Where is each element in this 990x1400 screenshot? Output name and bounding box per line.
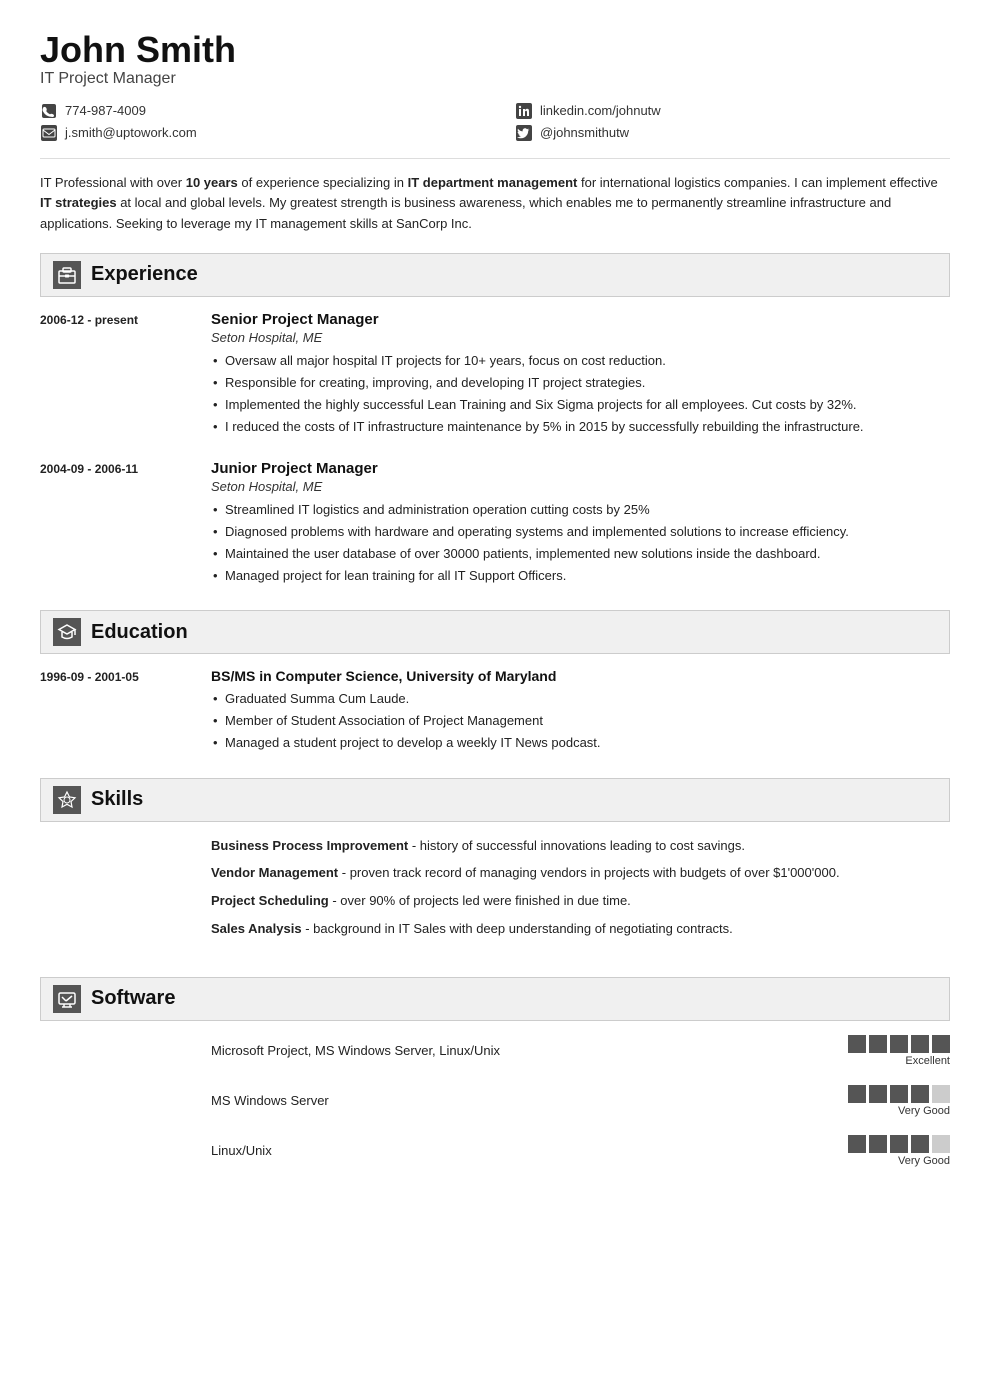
skills-section: Skills Business Process Improvement - hi… [40,778,950,955]
skills-title: Skills [91,788,143,811]
software-rating-1: Excellent [848,1035,950,1067]
contact-twitter: @johnsmithutw [515,124,950,142]
edu1-date: 1996-09 - 2001-05 [40,668,195,755]
software-rows: Microsoft Project, MS Windows Server, Li… [40,1035,950,1185]
software-header: Software [40,977,950,1021]
list-item: Streamlined IT logistics and administrat… [211,500,950,520]
bar [869,1035,887,1053]
education-title: Education [91,621,188,644]
education-section: Education 1996-09 - 2001-05 BS/MS in Com… [40,610,950,755]
software-name-1: Microsoft Project, MS Windows Server, Li… [211,1043,500,1058]
rating-label-2: Very Good [898,1105,950,1117]
software-items: Microsoft Project, MS Windows Server, Li… [211,1035,950,1185]
exp1-content: Senior Project Manager Seton Hospital, M… [211,311,950,440]
software-name-2: MS Windows Server [211,1093,329,1108]
rating-label-1: Excellent [905,1055,950,1067]
list-item: Member of Student Association of Project… [211,711,950,731]
bar-empty [932,1085,950,1103]
software-title: Software [91,987,175,1010]
experience-section: Experience 2006-12 - present Senior Proj… [40,253,950,588]
phone-icon [40,102,58,120]
skills-list: Business Process Improvement - history o… [211,836,950,947]
software-item-1: Microsoft Project, MS Windows Server, Li… [211,1035,950,1067]
bar [890,1035,908,1053]
skills-entry: Business Process Improvement - history o… [40,836,950,955]
exp2-company: Seton Hospital, ME [211,479,950,494]
skill-1: Business Process Improvement - history o… [211,836,950,857]
experience-header: Experience [40,253,950,297]
exp2-bullets: Streamlined IT logistics and administrat… [211,500,950,587]
experience-entry-2: 2004-09 - 2006-11 Junior Project Manager… [40,460,950,589]
skill-2: Vendor Management - proven track record … [211,863,950,884]
list-item: Responsible for creating, improving, and… [211,373,950,393]
skills-header: Skills [40,778,950,822]
bar [890,1085,908,1103]
exp2-role: Junior Project Manager [211,460,950,477]
contact-phone: 774-987-4009 [40,102,475,120]
skills-icon [53,786,81,814]
software-item-3: Linux/Unix Very Good [211,1135,950,1167]
software-left-spacer [40,1035,195,1185]
list-item: Managed project for lean training for al… [211,566,950,586]
rating-label-3: Very Good [898,1155,950,1167]
linkedin-icon [515,102,533,120]
software-section: Software Microsoft Project, MS Windows S… [40,977,950,1185]
list-item: Maintained the user database of over 300… [211,544,950,564]
contact-grid: 774-987-4009 linkedin.com/johnutw [40,102,950,142]
bar [932,1035,950,1053]
rating-bars-1 [848,1035,950,1053]
email-icon [40,124,58,142]
software-icon [53,985,81,1013]
list-item: Graduated Summa Cum Laude. [211,689,950,709]
contact-linkedin: linkedin.com/johnutw [515,102,950,120]
education-header: Education [40,610,950,654]
experience-title: Experience [91,263,198,286]
skill-4: Sales Analysis - background in IT Sales … [211,919,950,940]
list-item: Managed a student project to develop a w… [211,733,950,753]
rating-bars-2 [848,1085,950,1103]
bar [869,1135,887,1153]
edu1-content: BS/MS in Computer Science, University of… [211,668,950,755]
exp1-date: 2006-12 - present [40,311,195,440]
experience-icon [53,261,81,289]
software-item-2: MS Windows Server Very Good [211,1085,950,1117]
list-item: Implemented the highly successful Lean T… [211,395,950,415]
bar [869,1085,887,1103]
exp2-date: 2004-09 - 2006-11 [40,460,195,589]
exp1-role: Senior Project Manager [211,311,950,328]
software-rating-2: Very Good [848,1085,950,1117]
bar [848,1035,866,1053]
edu1-degree: BS/MS in Computer Science, University of… [211,668,950,684]
resume-header: John Smith IT Project Manager 774-987-40… [40,30,950,142]
bar [890,1135,908,1153]
bar-empty [932,1135,950,1153]
bar [848,1085,866,1103]
name: John Smith [40,30,950,70]
edu1-bullets: Graduated Summa Cum Laude. Member of Stu… [211,689,950,753]
exp2-content: Junior Project Manager Seton Hospital, M… [211,460,950,589]
bar [911,1135,929,1153]
exp1-bullets: Oversaw all major hospital IT projects f… [211,351,950,438]
bar [848,1135,866,1153]
twitter-icon [515,124,533,142]
education-entry-1: 1996-09 - 2001-05 BS/MS in Computer Scie… [40,668,950,755]
exp1-company: Seton Hospital, ME [211,330,950,345]
skill-3: Project Scheduling - over 90% of project… [211,891,950,912]
list-item: Diagnosed problems with hardware and ope… [211,522,950,542]
software-name-3: Linux/Unix [211,1143,272,1158]
experience-entry-1: 2006-12 - present Senior Project Manager… [40,311,950,440]
summary-section: IT Professional with over 10 years of ex… [40,158,950,235]
rating-bars-3 [848,1135,950,1153]
bar [911,1035,929,1053]
contact-email: j.smith@uptowork.com [40,124,475,142]
software-rating-3: Very Good [848,1135,950,1167]
list-item: Oversaw all major hospital IT projects f… [211,351,950,371]
bar [911,1085,929,1103]
job-title: IT Project Manager [40,70,950,88]
list-item: I reduced the costs of IT infrastructure… [211,417,950,437]
education-icon [53,618,81,646]
